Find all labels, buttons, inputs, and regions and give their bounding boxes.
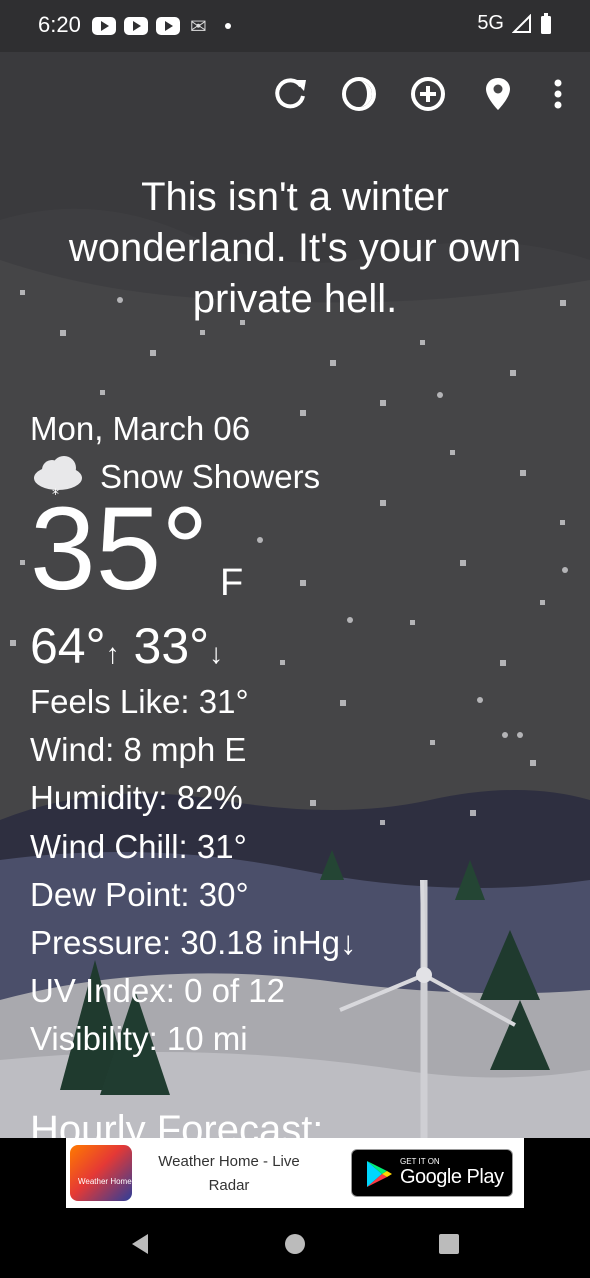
add-location-button[interactable] xyxy=(408,74,448,114)
refresh-icon xyxy=(275,78,306,109)
forecast-date: Mon, March 06 xyxy=(30,410,251,447)
youtube-notification-icon xyxy=(156,17,180,35)
detail-humidity: Humidity: 82% xyxy=(30,779,243,817)
theme-button[interactable] xyxy=(339,74,379,114)
down-arrow-icon: ↓ xyxy=(209,638,224,669)
recents-icon[interactable] xyxy=(438,1233,460,1255)
more-notifications-dot-icon xyxy=(224,23,231,29)
status-time: 6:20 xyxy=(38,12,81,37)
temperature-unit: F xyxy=(220,562,244,604)
theme-icon xyxy=(342,77,376,111)
battery-icon xyxy=(541,12,551,34)
google-play-icon xyxy=(367,1161,392,1187)
store-small-text: GET IT ON xyxy=(400,1157,440,1166)
current-conditions: Mon, March 06 * Snow Showers 35° F 64°↑ … xyxy=(30,410,570,1064)
status-bar: 6:20 ✉ 5G xyxy=(0,0,590,52)
network-type: 5G xyxy=(477,12,504,34)
ad-banner[interactable]: Weather Home Weather Home - Live Radar G… xyxy=(66,1138,524,1208)
up-arrow-icon: ↑ xyxy=(105,638,120,669)
refresh-button[interactable] xyxy=(270,74,310,114)
youtube-notification-icon xyxy=(124,17,148,35)
detail-dew-point: Dew Point: 30° xyxy=(30,875,249,913)
high-temperature: 64° xyxy=(30,618,106,674)
current-temperature: 35° xyxy=(30,483,209,615)
location-button[interactable] xyxy=(478,74,518,114)
store-name-text: Google Play xyxy=(400,1166,504,1188)
weather-quote: This isn't a winter wonderland. It's you… xyxy=(68,175,522,321)
youtube-notification-icon xyxy=(92,17,116,35)
detail-uv-index: UV Index: 0 of 12 xyxy=(30,972,285,1010)
ad-title: Weather Home - Live Radar xyxy=(158,1153,300,1194)
app-toolbar xyxy=(0,64,590,124)
temperature-row: 35° F xyxy=(30,490,570,614)
weather-details-list: Feels Like: 31° Wind: 8 mph E Humidity: … xyxy=(30,678,570,1064)
back-icon[interactable] xyxy=(128,1232,152,1256)
detail-wind-chill: Wind Chill: 31° xyxy=(30,827,247,865)
more-vert-icon xyxy=(554,79,562,109)
google-play-button[interactable]: GET IT ON Google Play xyxy=(351,1149,513,1197)
add-location-icon xyxy=(411,77,445,111)
detail-wind: Wind: 8 mph E xyxy=(30,731,247,769)
home-icon[interactable] xyxy=(284,1233,306,1255)
location-pin-icon xyxy=(486,78,510,110)
detail-pressure: Pressure: 30.18 inHg↓ xyxy=(30,923,357,961)
detail-feels-like: Feels Like: 31° xyxy=(30,683,249,720)
ad-app-icon: Weather Home xyxy=(70,1145,132,1201)
gmail-notification-icon: ✉ xyxy=(190,15,207,38)
system-navigation-bar xyxy=(0,1208,590,1278)
detail-visibility: Visibility: 10 mi xyxy=(30,1020,248,1058)
low-temperature: 33° xyxy=(133,618,210,674)
more-options-button[interactable] xyxy=(538,74,578,114)
signal-icon xyxy=(512,13,531,33)
weather-screen: 6:20 ✉ 5G This isn't a winter wonderland… xyxy=(0,0,590,1278)
high-low-row: 64°↑ 33°↓ xyxy=(30,614,570,678)
notification-icons: ✉ xyxy=(92,14,231,38)
status-indicators: 5G xyxy=(477,12,552,35)
ad-app-icon-text: Weather Home xyxy=(78,1177,132,1186)
